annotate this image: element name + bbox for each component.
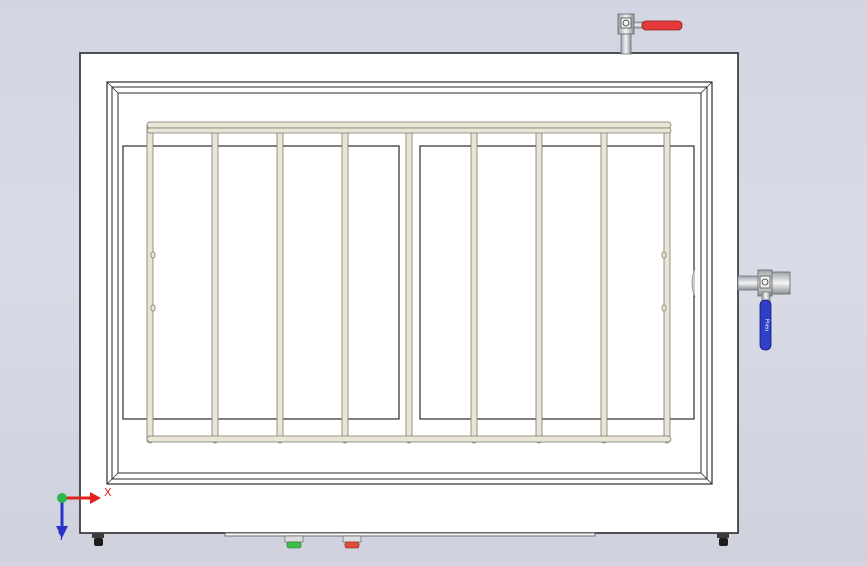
rack-vertical-bar <box>405 121 413 444</box>
inner-panel-right <box>419 145 695 420</box>
y-axis-label: Y <box>57 530 65 543</box>
foot-right <box>717 533 729 546</box>
indicator-lamp-red <box>342 535 362 549</box>
rack-hook-left <box>150 251 156 259</box>
rack-vertical-bar <box>470 121 478 444</box>
indicator-lamp-green <box>284 535 304 549</box>
rack-hook-left <box>150 304 156 312</box>
rack-hook-right <box>661 304 667 312</box>
rack-top-rail <box>146 121 672 129</box>
inner-panel-left <box>122 145 400 420</box>
rack-vertical-bar <box>341 121 349 444</box>
z-axis-dot <box>57 493 67 503</box>
rack-upper-rail <box>146 127 672 134</box>
model-drawing: Pneu X Y <box>56 13 791 549</box>
rack-vertical-bar <box>535 121 543 444</box>
side-valve-label: Pneu <box>764 319 770 331</box>
rack-vertical-bar <box>211 121 219 444</box>
rack-vertical-bar <box>663 121 671 444</box>
rack-hook-right <box>661 251 667 259</box>
rack-vertical-bar <box>600 121 608 444</box>
rack-vertical-bar <box>146 121 154 444</box>
cad-graphics-viewport[interactable]: Pneu X Y <box>0 0 867 562</box>
side-ball-valve[interactable]: Pneu <box>737 269 791 351</box>
rack-bottom-rail <box>146 435 672 443</box>
x-axis-label: X <box>104 486 112 499</box>
rack-vertical-bar <box>276 121 284 444</box>
base-strip <box>224 532 596 537</box>
top-ball-valve[interactable] <box>617 13 683 55</box>
foot-left <box>92 533 104 546</box>
